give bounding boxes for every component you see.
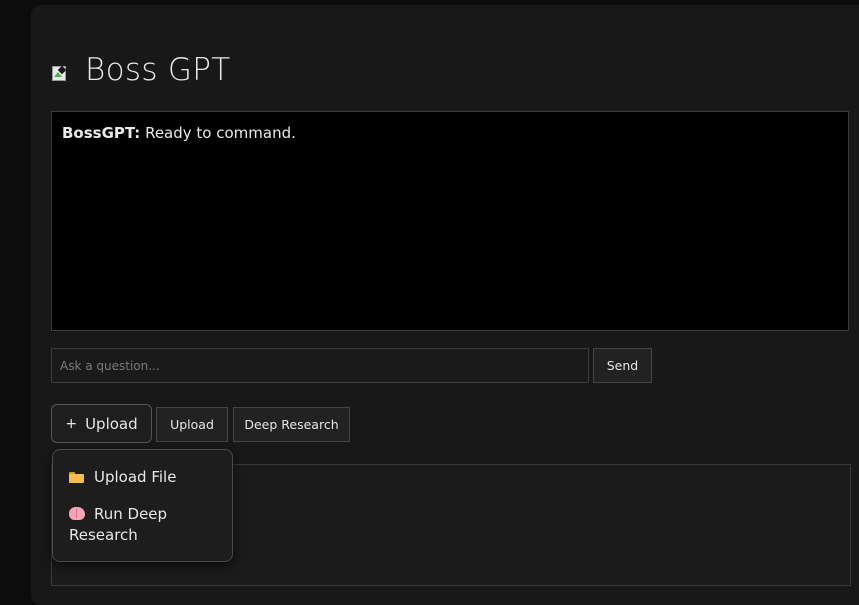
message-sender: BossGPT:	[62, 124, 141, 142]
brain-icon	[69, 507, 85, 520]
deep-research-button[interactable]: Deep Research	[233, 407, 350, 442]
message-text: Ready to command.	[140, 124, 296, 142]
chat-message: BossGPT: Ready to command.	[62, 124, 838, 142]
menu-item-upload-file[interactable]: Upload File	[53, 467, 232, 488]
plus-icon: +	[65, 415, 78, 432]
question-input[interactable]	[51, 348, 589, 383]
send-button[interactable]: Send	[593, 348, 652, 383]
upload-button[interactable]: Upload	[156, 407, 228, 442]
menu-item-run-deep-research[interactable]: Run Deep Research	[53, 504, 232, 546]
menu-item-label: Upload File	[94, 468, 177, 486]
upload-menu-toggle[interactable]: + Upload	[51, 404, 152, 443]
folder-icon	[69, 472, 84, 483]
app-title: Boss GPT	[85, 52, 231, 88]
upload-menu-toggle-label: Upload	[85, 414, 138, 433]
upload-dropdown-menu: Upload File Run Deep Research	[52, 449, 233, 562]
chat-log: BossGPT: Ready to command.	[51, 111, 849, 331]
broken-image-icon	[51, 65, 67, 81]
header: Boss GPT	[51, 50, 230, 90]
